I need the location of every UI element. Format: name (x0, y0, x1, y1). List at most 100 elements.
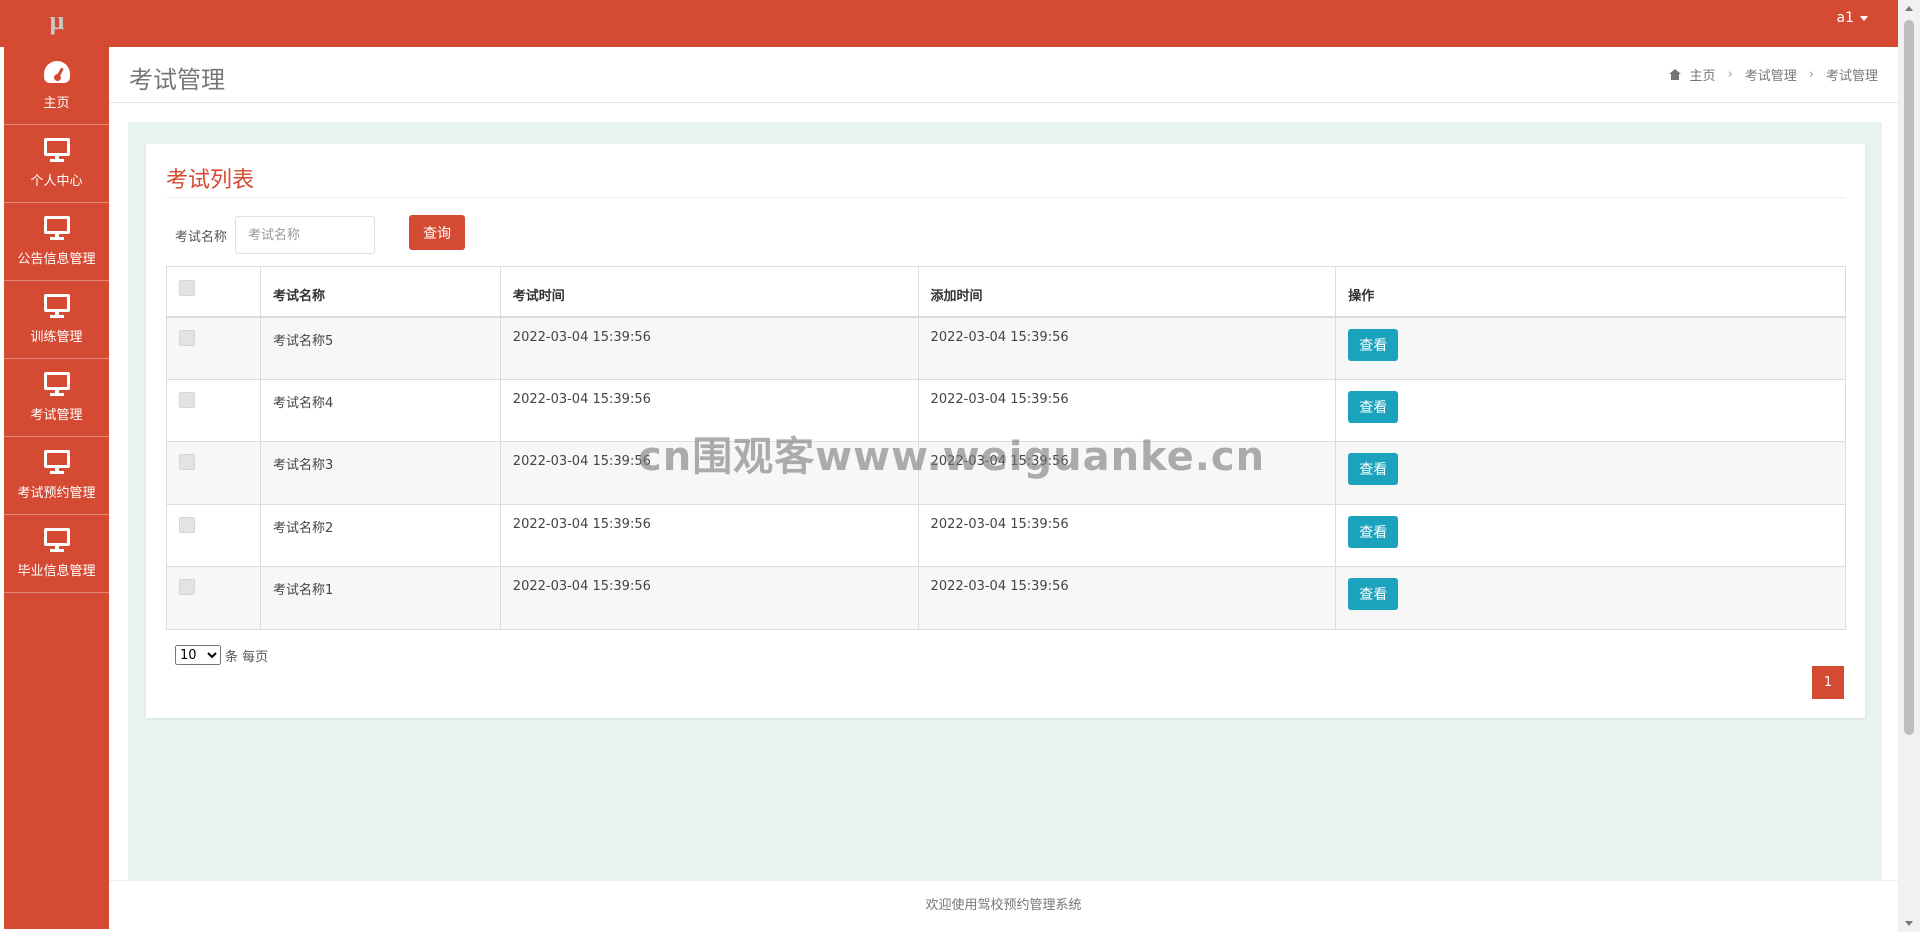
monitor-icon (43, 216, 70, 240)
breadcrumb-separator-icon: › (1727, 67, 1733, 82)
action-cell: 查看 (1335, 566, 1846, 630)
exam-name-cell: 考试名称2 (259, 503, 501, 567)
action-cell: 查看 (1335, 316, 1846, 380)
exam-time-cell: 2022-03-04 15:39:56 (499, 316, 919, 380)
row-checkbox[interactable] (179, 516, 195, 533)
sidebar-item-exams[interactable]: 考试管理 (4, 359, 109, 437)
breadcrumb-current: 考试管理 (1825, 69, 1878, 84)
add-time-cell: 2022-03-04 15:39:56 (917, 441, 1337, 505)
exam-table: 考试名称 考试时间 添加时间 操作 考试名称5 2022-03-04 15:39… (166, 266, 1846, 630)
page-header: 考试管理 主页 › 考试管理 › 考试管理 (109, 47, 1898, 103)
column-header[interactable]: 添加时间 (917, 266, 1337, 318)
column-header[interactable]: 考试时间 (499, 266, 919, 318)
exam-name-search-input[interactable] (235, 216, 375, 254)
monitor-icon (43, 294, 70, 318)
scroll-down-arrow-icon[interactable] (1905, 921, 1913, 926)
action-cell: 查看 (1335, 378, 1846, 442)
sidebar-item-label: 主页 (43, 96, 70, 111)
vertical-scrollbar[interactable] (1898, 0, 1920, 932)
add-time-cell: 2022-03-04 15:39:56 (917, 503, 1337, 567)
page-number-button[interactable]: 1 (1812, 666, 1844, 699)
select-all-checkbox[interactable] (179, 279, 195, 296)
row-checkbox[interactable] (179, 579, 195, 595)
breadcrumb-home[interactable]: 主页 (1669, 65, 1716, 84)
sidebar-item-training[interactable]: 训练管理 (4, 281, 109, 359)
search-button[interactable]: 查询 (409, 215, 465, 250)
scrollbar-thumb[interactable] (1904, 20, 1914, 735)
sidebar-item-label: 考试管理 (30, 408, 83, 423)
monitor-icon (43, 450, 70, 474)
page-size-control: 10 条 每页 (175, 645, 268, 665)
user-menu[interactable]: a1 (1836, 10, 1868, 26)
row-checkbox[interactable] (179, 454, 195, 470)
add-time-cell: 2022-03-04 15:39:56 (917, 378, 1337, 442)
breadcrumb: 主页 › 考试管理 › 考试管理 (1669, 65, 1878, 84)
dashboard-icon (43, 60, 70, 84)
footer: 欢迎使用驾校预约管理系统 (109, 880, 1898, 930)
monitor-icon (43, 372, 70, 396)
exam-list-card: 考试列表 考试名称 查询 考试名称 考试时间 添加时间 操作 考试名称5 2 (146, 144, 1865, 718)
row-checkbox[interactable] (179, 329, 195, 346)
row-select-cell (166, 378, 261, 442)
view-button[interactable]: 查看 (1348, 578, 1399, 610)
monitor-icon (43, 528, 70, 552)
breadcrumb-item[interactable]: 考试管理 (1745, 65, 1797, 84)
app-logo[interactable]: μ (44, 8, 70, 34)
sidebar-item-exam-booking[interactable]: 考试预约管理 (4, 437, 109, 515)
table-header-row: 考试名称 考试时间 添加时间 操作 (166, 266, 1846, 318)
exam-name-cell: 考试名称5 (259, 316, 501, 380)
page-title: 考试管理 (129, 66, 225, 94)
view-button[interactable]: 查看 (1348, 328, 1399, 361)
view-button[interactable]: 查看 (1348, 453, 1399, 485)
exam-time-cell: 2022-03-04 15:39:56 (499, 378, 919, 442)
add-time-cell: 2022-03-04 15:39:56 (917, 566, 1337, 630)
table-row: 考试名称2 2022-03-04 15:39:56 2022-03-04 15:… (166, 503, 1846, 567)
home-icon (1669, 69, 1682, 80)
sidebar-item-personal-center[interactable]: 个人中心 (4, 125, 109, 203)
action-cell: 查看 (1335, 441, 1846, 505)
caret-down-icon (1860, 15, 1868, 21)
select-all-header (166, 266, 261, 318)
top-navbar: μ a1 (0, 0, 1898, 47)
sidebar-item-label: 考试预约管理 (17, 486, 96, 501)
row-select-cell (166, 566, 261, 630)
card-title: 考试列表 (166, 168, 255, 193)
exam-time-cell: 2022-03-04 15:39:56 (499, 441, 919, 505)
sidebar-item-label: 训练管理 (30, 330, 83, 345)
sidebar-item-label: 公告信息管理 (17, 252, 96, 267)
breadcrumb-label: 主页 (1689, 69, 1716, 84)
add-time-cell: 2022-03-04 15:39:56 (917, 316, 1337, 380)
sidebar-item-home[interactable]: 主页 (4, 47, 109, 125)
page-size-select[interactable]: 10 (175, 645, 221, 665)
monitor-icon (43, 138, 70, 162)
search-label: 考试名称 (175, 230, 228, 245)
sidebar-item-graduation[interactable]: 毕业信息管理 (4, 515, 109, 593)
row-select-cell (166, 441, 261, 505)
row-select-cell (166, 503, 261, 567)
exam-name-cell: 考试名称4 (259, 378, 501, 442)
action-cell: 查看 (1335, 503, 1846, 567)
view-button[interactable]: 查看 (1348, 390, 1399, 423)
exam-time-cell: 2022-03-04 15:39:56 (499, 566, 919, 630)
table-row: 考试名称5 2022-03-04 15:39:56 2022-03-04 15:… (166, 316, 1846, 380)
row-checkbox[interactable] (179, 391, 195, 408)
table-row: 考试名称1 2022-03-04 15:39:56 2022-03-04 15:… (166, 566, 1846, 630)
table-row: 考试名称3 2022-03-04 15:39:56 2022-03-04 15:… (166, 441, 1846, 505)
column-header[interactable]: 考试名称 (259, 266, 501, 318)
breadcrumb-separator-icon: › (1808, 67, 1814, 82)
exam-time-cell: 2022-03-04 15:39:56 (499, 503, 919, 567)
scroll-up-arrow-icon[interactable] (1905, 6, 1913, 11)
table-row: 考试名称4 2022-03-04 15:39:56 2022-03-04 15:… (166, 378, 1846, 442)
sidebar-item-label: 个人中心 (30, 174, 83, 189)
user-name: a1 (1836, 10, 1855, 26)
row-select-cell (166, 316, 261, 380)
exam-name-cell: 考试名称3 (259, 441, 501, 505)
sidebar-item-announcements[interactable]: 公告信息管理 (4, 203, 109, 281)
page-size-suffix: 条 每页 (225, 649, 269, 665)
divider (166, 197, 1845, 198)
sidebar: 主页 个人中心 公告信息管理 训练管理 考试管理 考试预约管理 毕业信息管理 (4, 47, 109, 929)
view-button[interactable]: 查看 (1348, 515, 1399, 548)
exam-name-cell: 考试名称1 (259, 566, 501, 630)
column-header: 操作 (1335, 266, 1846, 318)
sidebar-item-label: 毕业信息管理 (17, 564, 96, 579)
